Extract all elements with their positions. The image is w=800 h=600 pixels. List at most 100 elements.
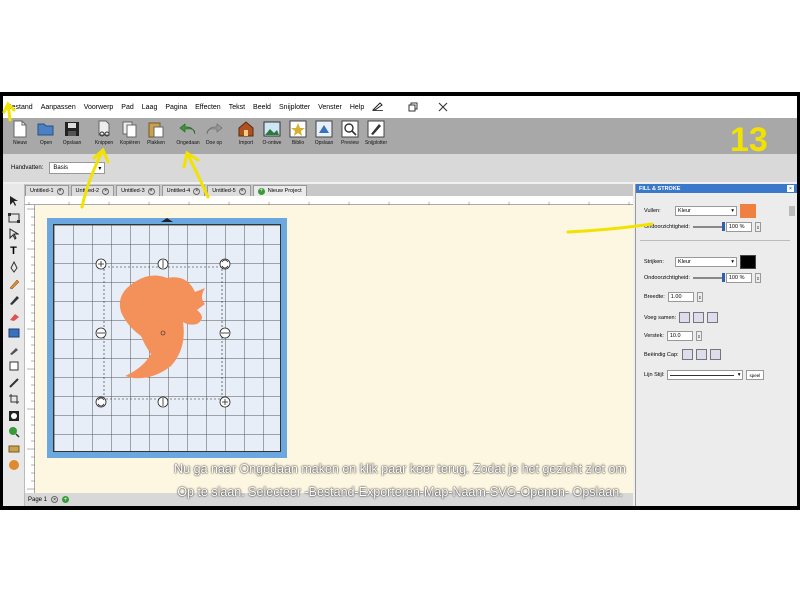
line-style-button[interactable]: speel (746, 370, 765, 380)
cutter-button[interactable]: Snijplotter (363, 118, 389, 154)
export-button[interactable]: Opslaan (311, 118, 337, 154)
stroke-opacity-slider[interactable] (692, 273, 725, 282)
paste-button[interactable]: Plakken (143, 118, 169, 154)
step-number: 13 (730, 121, 768, 159)
line-style-select[interactable]: ▾ (667, 370, 744, 380)
import-icon (237, 120, 255, 138)
redo-button[interactable]: Doe op (201, 118, 227, 154)
save-button[interactable]: Opslaan (59, 118, 85, 154)
menu-pagina[interactable]: Pagina (161, 104, 191, 111)
join-miter-button[interactable] (679, 312, 691, 323)
spin-icon[interactable]: ⇕ (754, 273, 761, 283)
close-tab-icon[interactable]: × (102, 187, 110, 195)
menu-snijplotter[interactable]: Snijplotter (275, 104, 314, 111)
fill-opacity-slider[interactable] (692, 222, 725, 231)
panel-scrollbar[interactable] (789, 206, 795, 216)
eyedropper-tool-icon[interactable] (7, 343, 21, 357)
drawing-canvas[interactable] (35, 205, 633, 493)
bird-shape[interactable] (119, 275, 205, 379)
scale-handle-bottom[interactable] (157, 396, 169, 408)
shape-tool-icon[interactable] (7, 409, 21, 423)
import-button[interactable]: Import (233, 118, 259, 154)
rectangle-tool-icon[interactable] (7, 326, 21, 340)
library-button[interactable]: Biblio (285, 118, 311, 154)
scale-handle-left[interactable] (95, 327, 107, 339)
rotate-handle-bl[interactable] (95, 396, 107, 408)
tab-untitled-5[interactable]: Untitled-5 × (207, 185, 251, 196)
fill-opacity-input[interactable]: 100 % (725, 222, 752, 232)
zoom-tool-icon[interactable] (7, 425, 21, 439)
pen-tool-icon[interactable] (7, 260, 21, 274)
close-tab-icon[interactable]: × (193, 187, 201, 195)
close-tab-icon[interactable]: × (56, 187, 64, 195)
cut-button[interactable]: Knippen (91, 118, 117, 154)
join-round-button[interactable] (693, 312, 705, 323)
preview-button[interactable]: Preview (337, 118, 363, 154)
menu-voorwerp[interactable]: Voorwerp (80, 104, 118, 111)
tab-untitled-1[interactable]: Untitled-1 × (25, 185, 69, 196)
stroke-color-swatch[interactable] (740, 255, 756, 269)
image-button[interactable]: O-ontwe (259, 118, 285, 154)
spin-icon[interactable]: ⇕ (696, 292, 703, 302)
cutter-icon (367, 120, 385, 138)
node-tool-icon[interactable] (7, 211, 21, 225)
stroke-opacity-input[interactable]: 100 % (725, 273, 752, 283)
new-button[interactable]: Nieuw (7, 118, 33, 154)
join-bevel-button[interactable] (707, 312, 719, 323)
close-tab-icon[interactable]: × (238, 187, 246, 195)
copy-icon (121, 120, 139, 138)
miter-input[interactable]: 10.0 (666, 331, 693, 341)
new-project-tab[interactable]: + Nieuw Project (252, 185, 307, 196)
stroke-mode-select[interactable]: Kleur ▾ (675, 257, 737, 267)
undo-button[interactable]: Ongedaan (175, 118, 201, 154)
rotate-handle-br[interactable] (219, 396, 231, 408)
fill-mode-select[interactable]: Kleur ▾ (675, 206, 737, 216)
pencil-tool-icon[interactable] (7, 277, 21, 291)
redo-icon (205, 120, 223, 138)
rotate-handle-tl[interactable] (95, 258, 107, 270)
menu-venster[interactable]: Venster (314, 104, 346, 111)
handles-bar: Handvatten: Basis ▾ (3, 154, 797, 182)
spin-icon[interactable]: ⇕ (695, 331, 702, 341)
mat-top-marker (161, 218, 173, 222)
pen-icon[interactable] (368, 101, 388, 113)
scale-handle-right[interactable] (219, 327, 231, 339)
panel-close-icon[interactable]: × (787, 185, 794, 192)
close-tab-icon[interactable]: × (147, 187, 155, 195)
stroke-label: Strijken: (644, 259, 664, 265)
fill-color-swatch[interactable] (740, 204, 756, 218)
handles-select[interactable]: Basis ▾ (49, 162, 106, 174)
menu-help[interactable]: Help (346, 104, 368, 111)
cap-butt-button[interactable] (681, 349, 693, 360)
menu-pad[interactable]: Pad (117, 104, 137, 111)
cap-round-button[interactable] (695, 349, 707, 360)
rotate-handle-tr[interactable] (219, 258, 231, 270)
brush-tool-icon[interactable] (7, 293, 21, 307)
hand-tool-icon[interactable] (7, 442, 21, 456)
open-button[interactable]: Open (33, 118, 59, 154)
knife-tool-icon[interactable] (7, 376, 21, 390)
scale-handle-top[interactable] (157, 258, 169, 270)
edit-tool-icon[interactable] (7, 227, 21, 241)
menu-effecten[interactable]: Effecten (191, 104, 225, 111)
menu-aanpassen[interactable]: Aanpassen (37, 104, 80, 111)
eraser-tool-icon[interactable] (7, 310, 21, 324)
tab-untitled-4[interactable]: Untitled-4 × (161, 185, 206, 196)
width-input[interactable]: 1.00 (667, 292, 694, 302)
text-tool-icon[interactable]: T (7, 244, 21, 258)
menu-laag[interactable]: Laag (138, 104, 162, 111)
spin-icon[interactable]: ⇕ (754, 222, 761, 232)
select-tool-icon[interactable] (7, 194, 21, 208)
menu-tekst[interactable]: Tekst (225, 104, 249, 111)
tab-untitled-2[interactable]: Untitled-2 × (70, 185, 115, 196)
copy-button[interactable]: Kopiëren (117, 118, 143, 154)
tab-untitled-3[interactable]: Untitled-3 × (116, 185, 160, 196)
menu-bestand[interactable]: Bestand (3, 104, 37, 111)
line-style-label: Lijn Stijl: (644, 372, 665, 378)
crop-tool-icon[interactable] (7, 392, 21, 406)
close-icon[interactable] (428, 96, 458, 118)
restore-icon[interactable] (398, 96, 428, 118)
fill-tool-icon[interactable] (7, 359, 21, 373)
menu-beeld[interactable]: Beeld (249, 104, 275, 111)
cap-square-button[interactable] (709, 349, 721, 360)
